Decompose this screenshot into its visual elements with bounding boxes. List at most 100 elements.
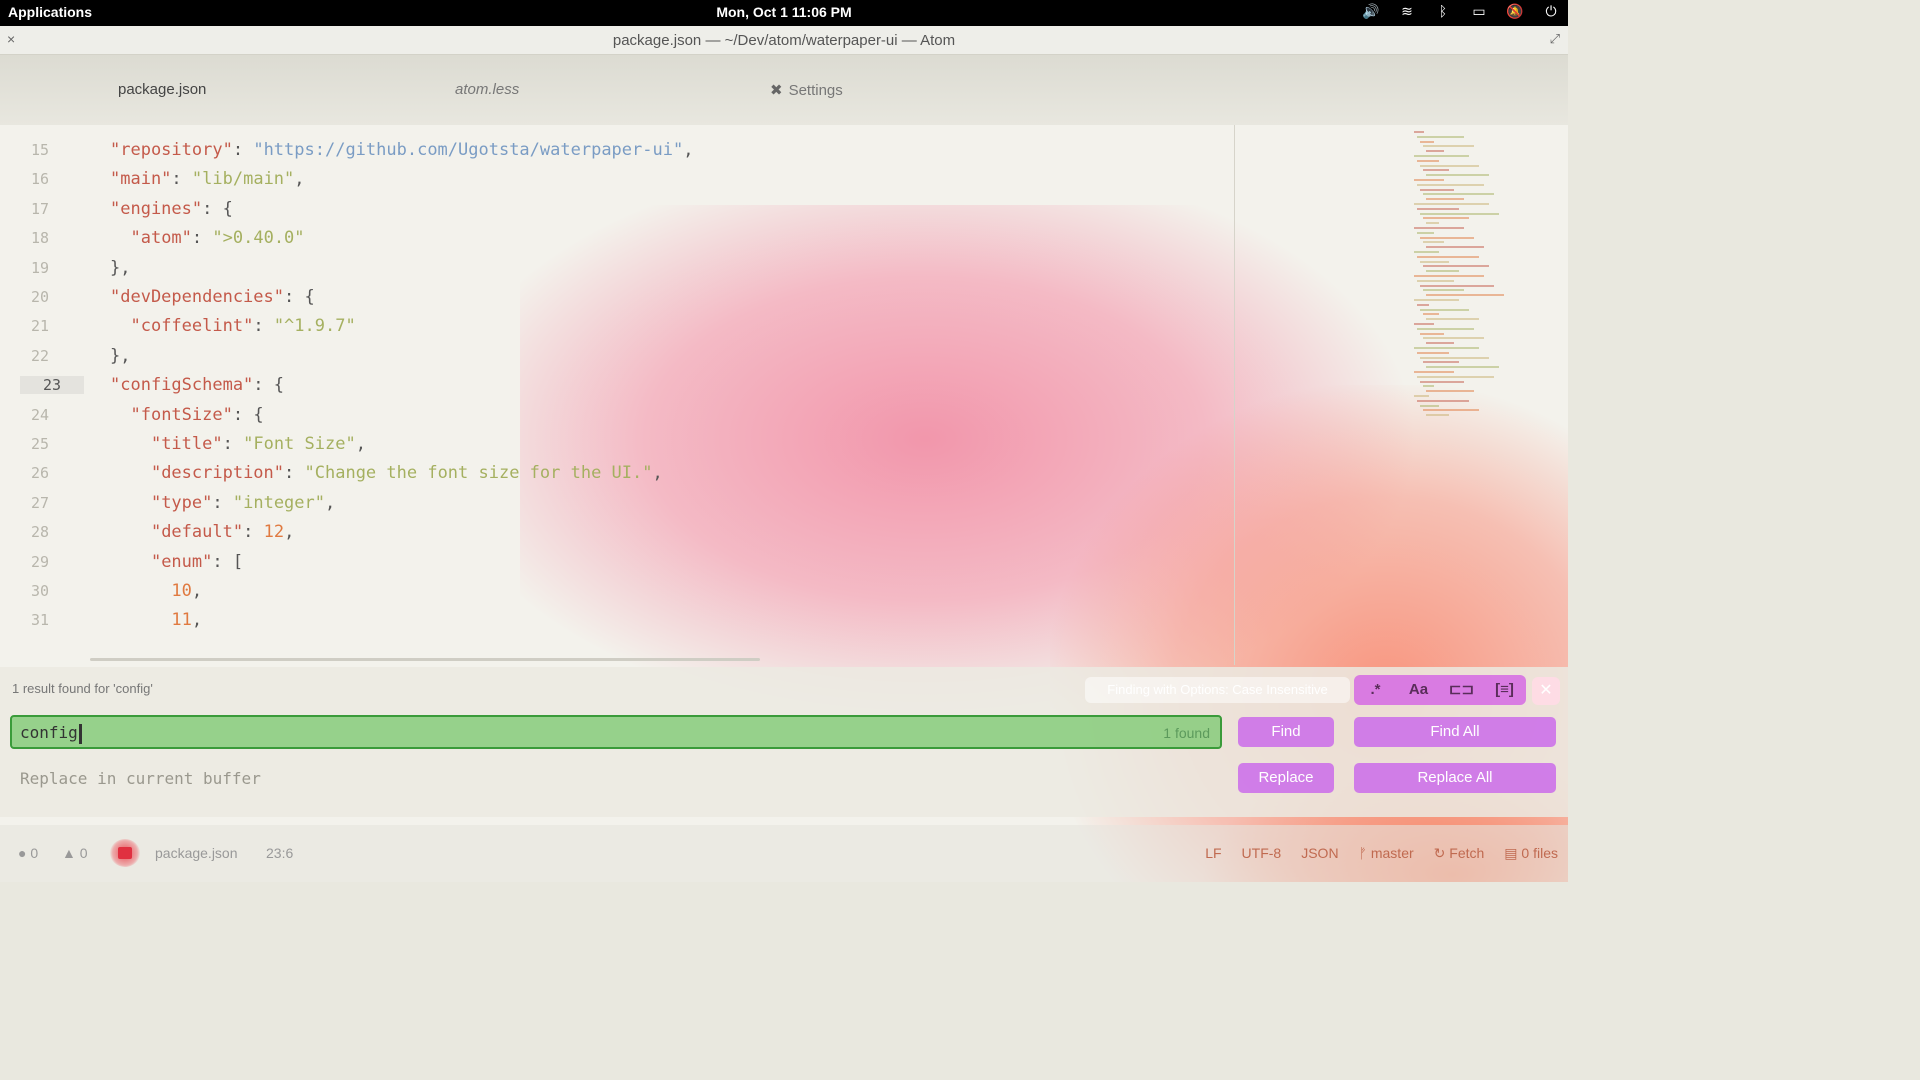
line-ending-selector[interactable]: LF <box>1205 845 1221 862</box>
line-number[interactable]: 29 <box>20 553 60 571</box>
editor-line[interactable]: 17 "engines": { <box>0 196 1235 225</box>
code-text[interactable]: 11, <box>110 610 202 630</box>
find-input[interactable]: config 1 found <box>10 715 1222 749</box>
minimap-line <box>1414 131 1424 133</box>
power-icon[interactable]: ⏻ <box>1542 3 1560 20</box>
code-text[interactable]: "default": 12, <box>110 522 294 542</box>
editor-line[interactable]: 20 "devDependencies": { <box>0 284 1235 313</box>
volume-icon[interactable]: 🔊 <box>1362 3 1380 20</box>
editor-line[interactable]: 26 "description": "Change the font size … <box>0 460 1235 489</box>
code-text[interactable]: "devDependencies": { <box>110 287 315 307</box>
warning-count[interactable]: ▲ 0 <box>62 845 88 861</box>
code-text[interactable]: "engines": { <box>110 199 233 219</box>
tab-settings-label: Settings <box>788 82 843 99</box>
code-text[interactable]: }, <box>110 346 131 366</box>
editor-line[interactable]: 25 "title": "Font Size", <box>0 431 1235 460</box>
minimap-line <box>1423 385 1434 388</box>
line-number[interactable]: 27 <box>20 494 60 512</box>
code-text[interactable]: "repository": "https://github.com/Ugotst… <box>110 140 693 160</box>
line-number[interactable]: 15 <box>20 141 60 159</box>
line-number[interactable]: 17 <box>20 200 60 218</box>
error-count[interactable]: ● 0 <box>18 845 38 861</box>
git-fetch-button[interactable]: ↻ Fetch <box>1434 845 1485 862</box>
editor-line[interactable]: 18 "atom": ">0.40.0" <box>0 225 1235 254</box>
regex-toggle-button[interactable]: .* <box>1354 675 1397 705</box>
line-number[interactable]: 16 <box>20 170 60 188</box>
line-number[interactable]: 21 <box>20 317 60 335</box>
line-number[interactable]: 22 <box>20 347 60 365</box>
editor-line[interactable]: 28 "default": 12, <box>0 519 1235 548</box>
line-number[interactable]: 18 <box>20 229 60 247</box>
line-number[interactable]: 20 <box>20 288 60 306</box>
case-sensitive-toggle-button[interactable]: Aa <box>1397 675 1440 705</box>
editor-line[interactable]: 24 "fontSize": { <box>0 402 1235 431</box>
minimap-line <box>1417 159 1439 162</box>
code-text[interactable]: "main": "lib/main", <box>110 169 305 189</box>
tab-package-json[interactable]: package.json <box>107 73 219 107</box>
editor-line[interactable]: 31 11, <box>0 607 1235 636</box>
code-text[interactable]: "atom": ">0.40.0" <box>110 228 304 248</box>
cursor-position[interactable]: 23:6 <box>266 845 293 861</box>
line-number[interactable]: 26 <box>20 464 60 482</box>
horizontal-scrollbar[interactable] <box>90 658 760 661</box>
find-button[interactable]: Find <box>1238 717 1334 747</box>
code-text[interactable]: "type": "integer", <box>110 493 335 513</box>
line-number[interactable]: 24 <box>20 406 60 424</box>
notifications-off-icon[interactable]: 🔕 <box>1506 3 1524 20</box>
find-status: 1 result found for 'config' <box>12 681 153 696</box>
code-text[interactable]: "coffeelint": "^1.9.7" <box>110 316 355 336</box>
text-caret <box>78 723 82 744</box>
window-title: package.json — ~/Dev/atom/waterpaper-ui … <box>612 32 956 49</box>
warning-icon: ▲ <box>62 845 76 861</box>
in-selection-toggle-button[interactable]: ⊏⊐ <box>1440 675 1483 705</box>
code-text[interactable]: 10, <box>110 581 202 601</box>
line-number[interactable]: 25 <box>20 435 60 453</box>
replace-button[interactable]: Replace <box>1238 763 1334 793</box>
find-replace-panel: 1 result found for 'config' Finding with… <box>0 667 1568 817</box>
minimap[interactable] <box>1410 127 1568 427</box>
line-number[interactable]: 23 <box>20 376 84 395</box>
editor-line[interactable]: 19}, <box>0 255 1235 284</box>
text-editor[interactable]: 15 "repository": "https://github.com/Ugot… <box>0 125 1235 660</box>
editor-line[interactable]: 27 "type": "integer", <box>0 490 1235 519</box>
editor-line[interactable]: 22}, <box>0 343 1235 372</box>
editor-line[interactable]: 16 "main": "lib/main", <box>0 166 1235 195</box>
line-number[interactable]: 19 <box>20 259 60 277</box>
code-text[interactable]: "configSchema": { <box>110 375 284 395</box>
changed-files[interactable]: ▤ 0 files <box>1504 845 1558 862</box>
minimap-line <box>1417 255 1479 258</box>
line-number[interactable]: 31 <box>20 611 60 629</box>
wifi-icon[interactable]: ≋ <box>1398 3 1416 20</box>
minimap-line <box>1417 327 1474 330</box>
find-all-button[interactable]: Find All <box>1354 717 1556 747</box>
battery-icon[interactable]: ▭ <box>1470 3 1488 20</box>
code-text[interactable]: "title": "Font Size", <box>110 434 366 454</box>
editor-line[interactable]: 21 "coffeelint": "^1.9.7" <box>0 313 1235 342</box>
code-text[interactable]: "fontSize": { <box>110 405 263 425</box>
status-file-name[interactable]: package.json <box>155 845 238 861</box>
window-maximize-button[interactable]: ⤢ <box>1550 31 1560 47</box>
replace-all-button[interactable]: Replace All <box>1354 763 1556 793</box>
workspace: package.json atom.less ✖ Settings 15 "repo… <box>0 55 1568 882</box>
grammar-selector[interactable]: JSON <box>1301 845 1338 862</box>
minimap-line <box>1417 135 1464 138</box>
git-branch-label: master <box>1370 845 1414 861</box>
editor-line[interactable]: 15 "repository": "https://github.com/Ugot… <box>0 137 1235 166</box>
editor-line[interactable]: 23 "configSchema": { <box>0 372 1235 401</box>
replace-input[interactable]: Replace in current buffer <box>10 761 1222 795</box>
tab-settings[interactable]: ✖ Settings <box>770 81 843 99</box>
whole-word-toggle-button[interactable]: [≡] <box>1483 675 1526 705</box>
line-number[interactable]: 30 <box>20 582 60 600</box>
editor-line[interactable]: 30 10, <box>0 578 1235 607</box>
code-text[interactable]: }, <box>110 258 131 278</box>
editor-line[interactable]: 29 "enum": [ <box>0 549 1235 578</box>
clock[interactable]: Mon, Oct 1 11:06 PM <box>0 4 1568 20</box>
code-text[interactable]: "enum": [ <box>110 552 243 572</box>
encoding-selector[interactable]: UTF-8 <box>1242 845 1282 862</box>
line-number[interactable]: 28 <box>20 523 60 541</box>
tab-atom-less[interactable]: atom.less <box>455 81 519 98</box>
code-text[interactable]: "description": "Change the font size for… <box>110 463 663 483</box>
bluetooth-icon[interactable]: ᛒ <box>1434 3 1452 20</box>
close-find-panel-button[interactable]: ✕ <box>1532 677 1560 705</box>
git-branch[interactable]: ᚠ master <box>1359 845 1414 862</box>
